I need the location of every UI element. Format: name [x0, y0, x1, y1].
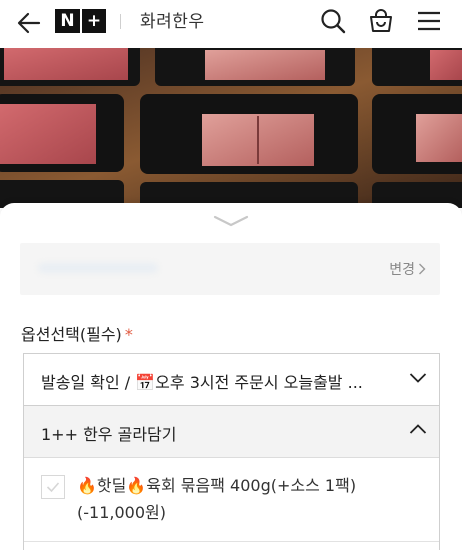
meat-trays-photo	[0, 48, 462, 208]
option-bottom-sheet: 변경 옵션선택(필수) * 발송일 확인 / 📅오후 3시전 주문시 오늘출발 .…	[0, 203, 462, 550]
cart-button[interactable]	[365, 5, 397, 37]
product-image	[0, 48, 462, 208]
search-button[interactable]	[317, 5, 349, 37]
shopping-bag-icon	[370, 9, 392, 32]
option-item-label: 🔥핫딜🔥육회 묶음팩 400g(+소스 1팩)(-11,000원)	[77, 476, 357, 522]
option-item[interactable]: 🔥핫딜🔥육회 묶음팩 400g(+소스 1팩)(-11,000원)	[24, 458, 439, 538]
chevron-down-icon	[213, 215, 249, 227]
group-header-toggle[interactable]: 1++ 한우 골라담기	[24, 406, 439, 458]
hamburger-menu-icon	[418, 11, 440, 31]
address-redacted	[38, 263, 158, 273]
shipping-select-label: 발송일 확인 / 📅오후 3시전 주문시 오늘출발 ...	[41, 373, 363, 392]
chevron-down-icon	[409, 373, 427, 383]
header-divider	[120, 14, 121, 29]
required-mark: *	[124, 325, 133, 344]
menu-button[interactable]	[413, 5, 445, 37]
checkmark-icon	[46, 482, 60, 493]
hanwoo-option-group: 1++ 한우 골라담기 🔥핫딜🔥육회 묶음팩 400g(+소스 1팩)(-11,…	[23, 405, 440, 550]
arrow-left-icon	[17, 12, 41, 34]
option-title-text: 옵션선택(필수)	[21, 325, 122, 344]
change-address-link[interactable]: 변경	[389, 259, 426, 279]
naver-plus-logo[interactable]: N +	[55, 9, 106, 33]
store-name[interactable]: 화려한우	[140, 7, 205, 32]
top-app-bar: N + 화려한우	[0, 0, 462, 48]
option-checkbox[interactable]	[41, 475, 65, 499]
change-address-label: 변경	[389, 262, 415, 278]
chevron-right-icon	[419, 263, 426, 275]
option-section-title: 옵션선택(필수) *	[21, 321, 133, 345]
back-button[interactable]	[14, 8, 44, 38]
sheet-collapse-handle[interactable]	[211, 213, 251, 229]
search-icon	[321, 9, 346, 34]
delivery-address-row: 변경	[20, 243, 440, 295]
logo-plus: +	[82, 9, 106, 33]
chevron-up-icon	[409, 424, 427, 434]
shipping-date-select[interactable]: 발송일 확인 / 📅오후 3시전 주문시 오늘출발 ...	[23, 353, 440, 406]
logo-n: N	[55, 9, 80, 33]
group-label: 1++ 한우 골라담기	[41, 425, 177, 444]
option-item-next[interactable]	[24, 541, 439, 550]
